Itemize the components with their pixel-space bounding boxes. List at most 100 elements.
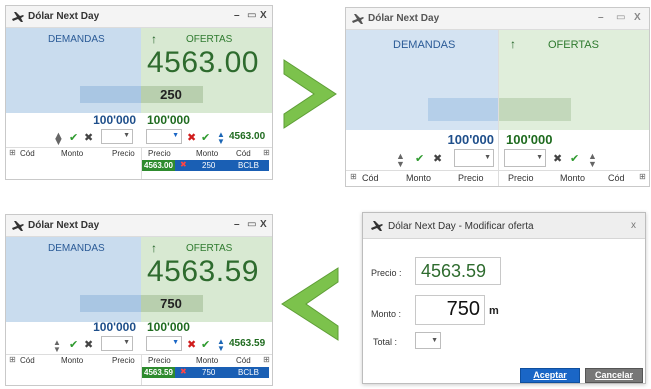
dialog-titlebar[interactable]: Dólar Next Day - Modificar oferta x bbox=[363, 213, 645, 239]
col-cod-offer[interactable]: Cód bbox=[236, 149, 251, 158]
grid-icon[interactable]: ⊞ bbox=[263, 355, 270, 364]
offer-confirm-icon[interactable]: ✔ bbox=[570, 153, 579, 165]
maximize-icon[interactable]: ▭ bbox=[247, 10, 256, 22]
bid-dropdown[interactable]: ▼ bbox=[101, 336, 133, 351]
chevron-down-icon: ▼ bbox=[172, 339, 179, 346]
accept-button[interactable]: Aceptar bbox=[520, 368, 580, 383]
bid-cancel-icon[interactable]: ✖ bbox=[433, 153, 442, 165]
demandas-label: DEMANDAS bbox=[393, 39, 456, 51]
bid-dropdown[interactable]: ▼ bbox=[454, 149, 494, 167]
chevron-down-icon: ▼ bbox=[123, 339, 130, 346]
col-precio-bid[interactable]: Precio bbox=[112, 356, 135, 365]
bid-confirm-icon[interactable]: ✔ bbox=[69, 339, 78, 351]
plane-icon bbox=[352, 14, 364, 24]
offer-qty: 250 bbox=[160, 87, 182, 102]
best-offer-price: 4563.59 bbox=[147, 255, 259, 288]
offer-confirm-icon[interactable]: ✔ bbox=[201, 339, 210, 351]
table-row[interactable]: 4563.59 ✖ 750 BCLB bbox=[142, 367, 269, 378]
maximize-icon[interactable]: ▭ bbox=[247, 219, 256, 231]
col-precio-bid[interactable]: Precio bbox=[112, 149, 135, 158]
col-monto-bid[interactable]: Monto bbox=[61, 356, 83, 365]
offer-cancel-icon[interactable]: ✖ bbox=[187, 339, 196, 351]
monto-label: Monto : bbox=[371, 309, 402, 319]
precio-input[interactable]: 4563.59 bbox=[415, 257, 501, 285]
close-icon[interactable]: x bbox=[631, 220, 636, 232]
precio-label: Precio : bbox=[371, 268, 402, 278]
col-precio-offer[interactable]: Precio bbox=[508, 173, 534, 183]
window-title: Dólar Next Day bbox=[368, 13, 440, 24]
maximize-icon[interactable]: ▭ bbox=[616, 12, 625, 24]
offer-cancel-icon[interactable]: ✖ bbox=[187, 132, 196, 144]
chevron-down-icon: ▼ bbox=[536, 154, 543, 161]
grid-icon[interactable]: ⊞ bbox=[9, 148, 16, 157]
grid-icon[interactable]: ⊞ bbox=[9, 355, 16, 364]
demandas-label: DEMANDAS bbox=[48, 34, 105, 45]
col-cod-offer[interactable]: Cód bbox=[608, 173, 625, 183]
order-window-bottom-left: Dólar Next Day – ▭ X DEMANDAS ↑ OFERTAS … bbox=[5, 214, 273, 386]
col-cod-bid[interactable]: Cód bbox=[20, 149, 35, 158]
offer-dropdown[interactable]: ▼ bbox=[146, 336, 182, 351]
col-monto-offer[interactable]: Monto bbox=[196, 356, 218, 365]
grid-icon[interactable]: ⊞ bbox=[350, 172, 357, 181]
bid-cancel-icon[interactable]: ✖ bbox=[84, 339, 93, 351]
close-icon[interactable]: X bbox=[260, 10, 267, 22]
bid-cancel-icon[interactable]: ✖ bbox=[84, 132, 93, 144]
titlebar[interactable]: Dólar Next Day – ▭ X bbox=[6, 215, 272, 237]
offer-control-price: 4563.00 bbox=[229, 131, 266, 142]
dialog-title: Dólar Next Day - Modificar oferta bbox=[388, 221, 534, 232]
cancel-button[interactable]: Cancelar bbox=[585, 368, 643, 383]
offer-cancel-icon[interactable]: ✖ bbox=[553, 153, 562, 165]
col-cod-offer[interactable]: Cód bbox=[236, 356, 251, 365]
col-cod-bid[interactable]: Cód bbox=[362, 173, 379, 183]
col-precio-offer[interactable]: Precio bbox=[148, 356, 171, 365]
offer-qty: 750 bbox=[160, 296, 182, 311]
monto-unit: m bbox=[489, 305, 499, 317]
offer-dropdown[interactable]: ▼ bbox=[146, 129, 182, 144]
col-precio-bid[interactable]: Precio bbox=[458, 173, 484, 183]
grid-icon[interactable]: ⊞ bbox=[639, 172, 646, 181]
minimize-icon[interactable]: – bbox=[234, 219, 240, 231]
row-cod: BCLB bbox=[238, 368, 259, 377]
offer-confirm-icon[interactable]: ✔ bbox=[201, 132, 210, 144]
col-monto-bid[interactable]: Monto bbox=[406, 173, 431, 183]
close-icon[interactable]: X bbox=[634, 12, 641, 24]
offer-down-icon[interactable]: ▼ bbox=[588, 158, 597, 170]
col-cod-bid[interactable]: Cód bbox=[20, 356, 35, 365]
offer-volume: 100'000 bbox=[506, 132, 553, 147]
offer-volume: 100'000 bbox=[147, 113, 190, 127]
arrow-up-icon: ↑ bbox=[151, 241, 157, 255]
grid-icon[interactable]: ⊞ bbox=[263, 148, 270, 157]
bid-confirm-icon[interactable]: ✔ bbox=[415, 153, 424, 165]
bid-qty-bar bbox=[428, 98, 498, 121]
titlebar[interactable]: Dólar Next Day – ▭ X bbox=[6, 6, 272, 28]
bid-down-icon[interactable]: ▼ bbox=[396, 158, 405, 170]
monto-input[interactable]: 750 bbox=[415, 295, 485, 325]
offer-dropdown[interactable]: ▼ bbox=[504, 149, 546, 167]
total-dropdown[interactable]: ▼ bbox=[415, 332, 441, 349]
minimize-icon[interactable]: – bbox=[234, 10, 240, 22]
bid-confirm-icon[interactable]: ✔ bbox=[69, 132, 78, 144]
order-window-top-left: Dólar Next Day – ▭ X DEMANDAS ↑ OFERTAS … bbox=[5, 5, 273, 180]
col-monto-bid[interactable]: Monto bbox=[61, 149, 83, 158]
table-row[interactable]: 4563.00 ✖ 250 BCLB bbox=[142, 160, 269, 171]
split-divider bbox=[498, 30, 499, 186]
chevron-left-icon bbox=[281, 267, 339, 341]
titlebar[interactable]: Dólar Next Day – ▭ X bbox=[346, 8, 649, 30]
plane-icon bbox=[12, 221, 24, 231]
col-monto-offer[interactable]: Monto bbox=[560, 173, 585, 183]
close-icon[interactable]: X bbox=[260, 219, 267, 231]
row-monto: 250 bbox=[202, 161, 216, 170]
ofertas-label: OFERTAS bbox=[186, 34, 233, 45]
arrow-up-icon: ↑ bbox=[510, 37, 516, 51]
minimize-icon[interactable]: – bbox=[598, 12, 604, 24]
row-monto: 750 bbox=[202, 368, 216, 377]
bid-dropdown[interactable]: ▼ bbox=[101, 129, 133, 144]
row-price: 4563.59 bbox=[142, 367, 175, 378]
bid-qty-bar bbox=[80, 295, 141, 312]
row-delete-icon[interactable]: ✖ bbox=[180, 160, 187, 169]
row-delete-icon[interactable]: ✖ bbox=[180, 367, 187, 376]
col-precio-offer[interactable]: Precio bbox=[148, 149, 171, 158]
row-cod: BCLB bbox=[238, 161, 259, 170]
window-title: Dólar Next Day bbox=[28, 220, 100, 231]
col-monto-offer[interactable]: Monto bbox=[196, 149, 218, 158]
